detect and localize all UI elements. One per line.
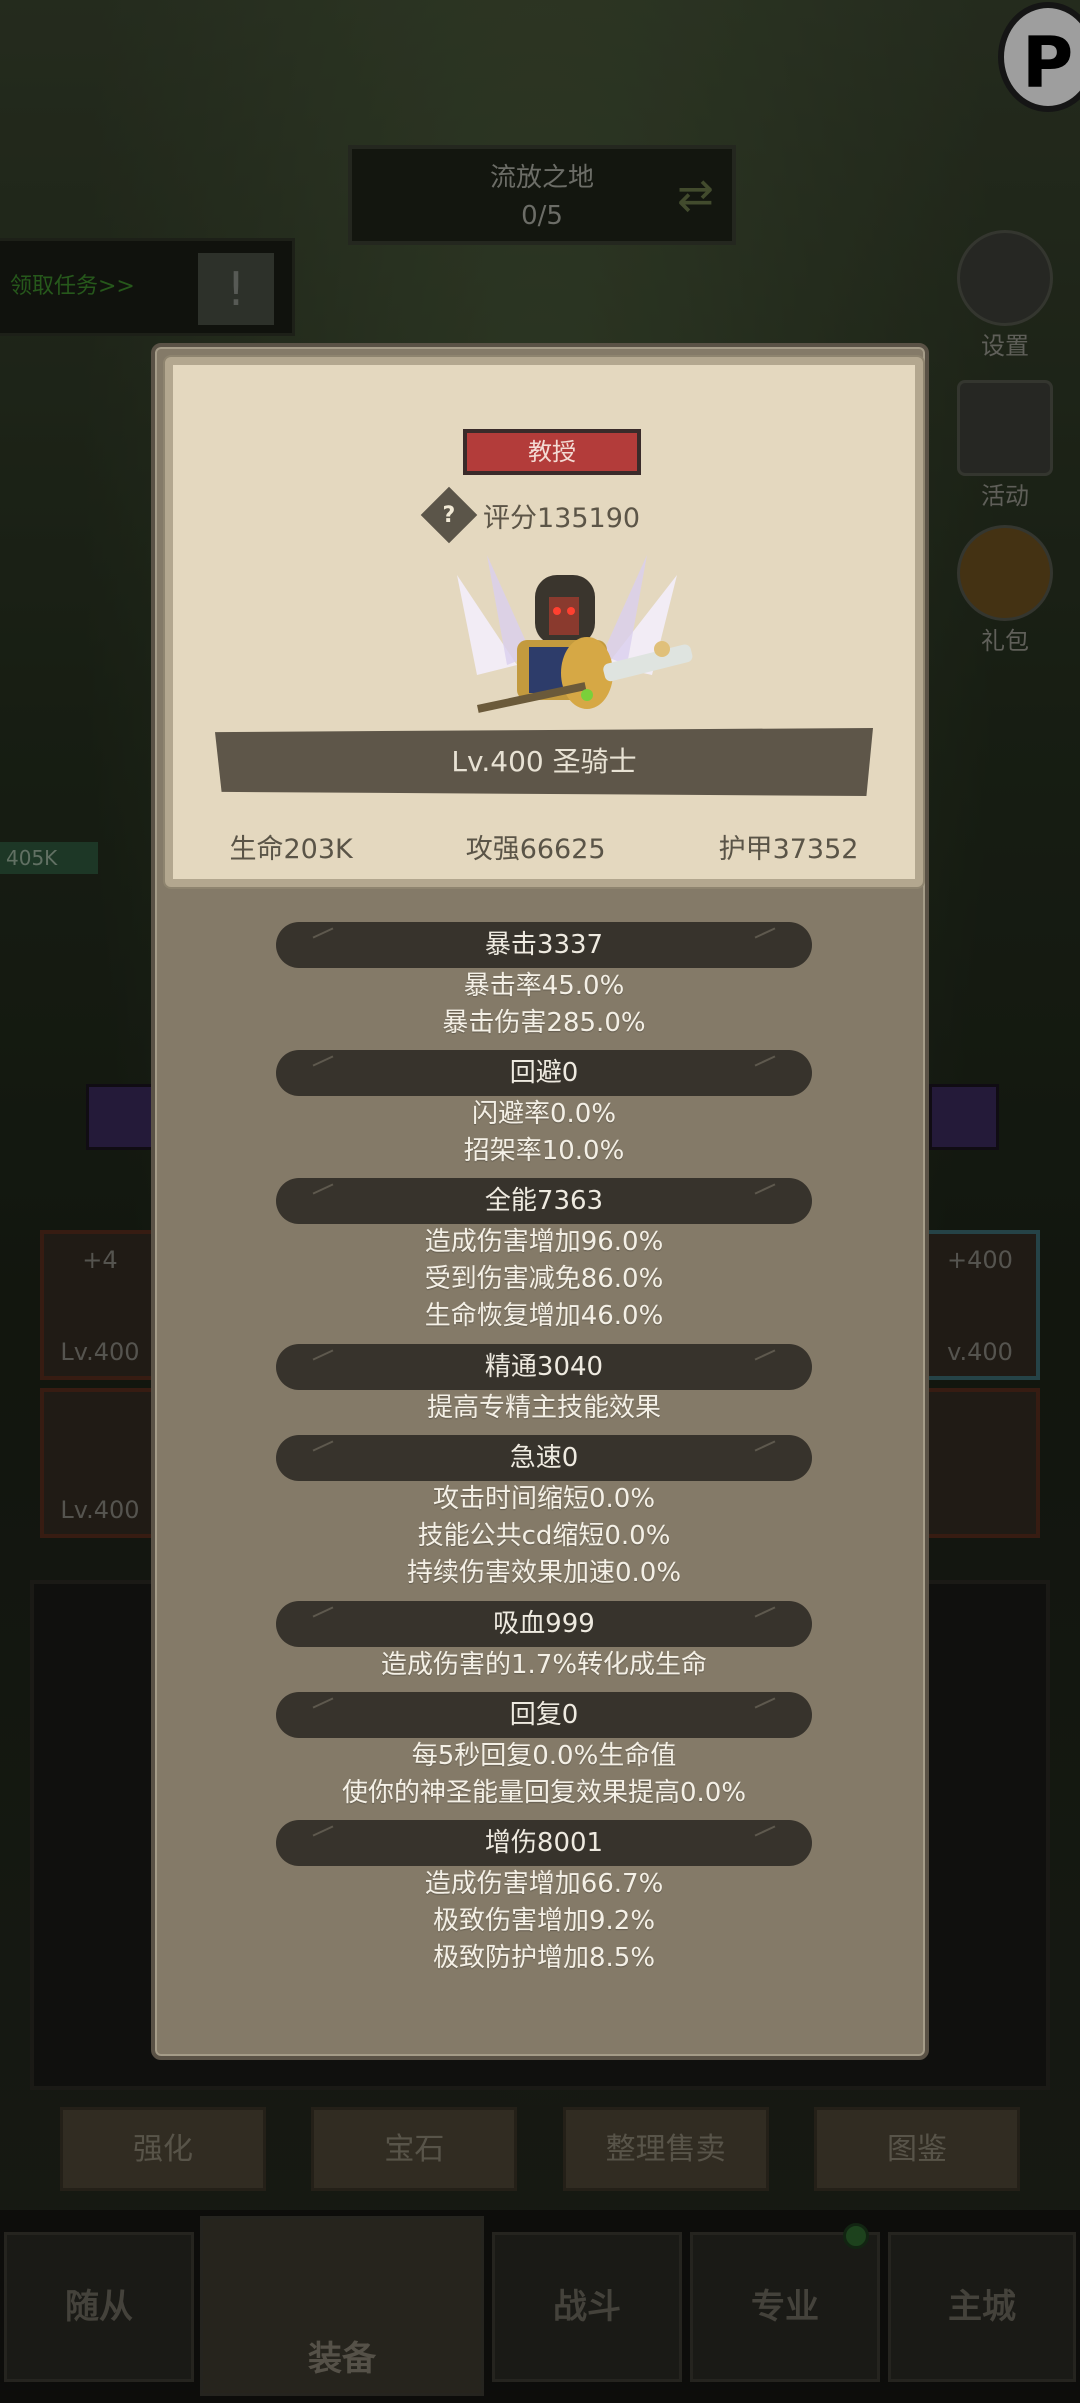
hero-sprite bbox=[457, 555, 693, 713]
section-head: 吸血999 bbox=[276, 1601, 812, 1647]
section-line: 使你的神圣能量回复效果提高0.0% bbox=[341, 1778, 747, 1808]
section-line: 攻击时间缩短0.0% bbox=[432, 1484, 656, 1514]
primary-stats: 生命203K 攻强66625 护甲37352 bbox=[173, 827, 915, 866]
section-head: 增伤8001 bbox=[276, 1820, 812, 1866]
section-line: 暴击率45.0% bbox=[463, 971, 625, 1001]
hero-name-bar: Lv.400 圣骑士 bbox=[215, 728, 873, 796]
section-leech: 吸血999 造成伤害的1.7%转化成生命 bbox=[155, 1601, 933, 1684]
stat-health: 生命203K bbox=[229, 834, 353, 865]
section-head: 回避0 bbox=[276, 1050, 812, 1096]
score-row: ? 评分135190 bbox=[420, 486, 641, 544]
section-head: 急速0 bbox=[276, 1435, 812, 1481]
section-line: 造成伤害增加96.0% bbox=[424, 1227, 664, 1257]
section-head: 暴击3337 bbox=[276, 922, 812, 968]
section-line: 每5秒回复0.0%生命值 bbox=[411, 1741, 677, 1771]
section-head: 精通3040 bbox=[276, 1344, 812, 1390]
section-line: 极致防护增加8.5% bbox=[432, 1943, 656, 1973]
score-label: 评分135190 bbox=[483, 502, 641, 534]
section-avoidance: 回避0 闪避率0.0% 招架率10.0% bbox=[155, 1050, 933, 1170]
section-damage-bonus: 增伤8001 造成伤害增加66.7% 极致伤害增加9.2% 极致防护增加8.5% bbox=[155, 1820, 933, 1977]
stat-attack-power: 攻强66625 bbox=[465, 834, 606, 865]
stat-armor: 护甲37352 bbox=[718, 834, 859, 865]
section-line: 受到伤害减免86.0% bbox=[424, 1264, 664, 1294]
character-card: 教授 ? 评分135190 Lv.400 圣骑士 生命203K 攻强66625 bbox=[165, 357, 923, 887]
section-haste: 急速0 攻击时间缩短0.0% 技能公共cd缩短0.0% 持续伤害效果加速0.0% bbox=[155, 1435, 933, 1592]
section-versatility: 全能7363 造成伤害增加96.0% 受到伤害减免86.0% 生命恢复增加46.… bbox=[155, 1178, 933, 1335]
section-line: 招架率10.0% bbox=[463, 1136, 625, 1166]
section-line: 暴击伤害285.0% bbox=[442, 1008, 646, 1038]
title-badge[interactable]: 教授 bbox=[463, 429, 641, 475]
section-regen: 回复0 每5秒回复0.0%生命值 使你的神圣能量回复效果提高0.0% bbox=[155, 1692, 933, 1812]
character-stats-modal: 教授 ? 评分135190 Lv.400 圣骑士 生命203K 攻强66625 bbox=[151, 343, 929, 2060]
section-line: 极致伤害增加9.2% bbox=[432, 1906, 656, 1936]
section-crit: 暴击3337 暴击率45.0% 暴击伤害285.0% bbox=[155, 922, 933, 1042]
help-icon[interactable]: ? bbox=[420, 486, 478, 544]
section-line: 生命恢复增加46.0% bbox=[424, 1301, 664, 1331]
section-line: 提高专精主技能效果 bbox=[426, 1393, 661, 1423]
section-head: 回复0 bbox=[276, 1692, 812, 1738]
section-line: 造成伤害的1.7%转化成生命 bbox=[380, 1650, 708, 1680]
section-line: 造成伤害增加66.7% bbox=[424, 1869, 664, 1899]
section-line: 持续伤害效果加速0.0% bbox=[406, 1558, 682, 1588]
section-line: 技能公共cd缩短0.0% bbox=[417, 1521, 671, 1551]
section-head: 全能7363 bbox=[276, 1178, 812, 1224]
section-mastery: 精通3040 提高专精主技能效果 bbox=[155, 1344, 933, 1427]
section-line: 闪避率0.0% bbox=[471, 1099, 617, 1129]
